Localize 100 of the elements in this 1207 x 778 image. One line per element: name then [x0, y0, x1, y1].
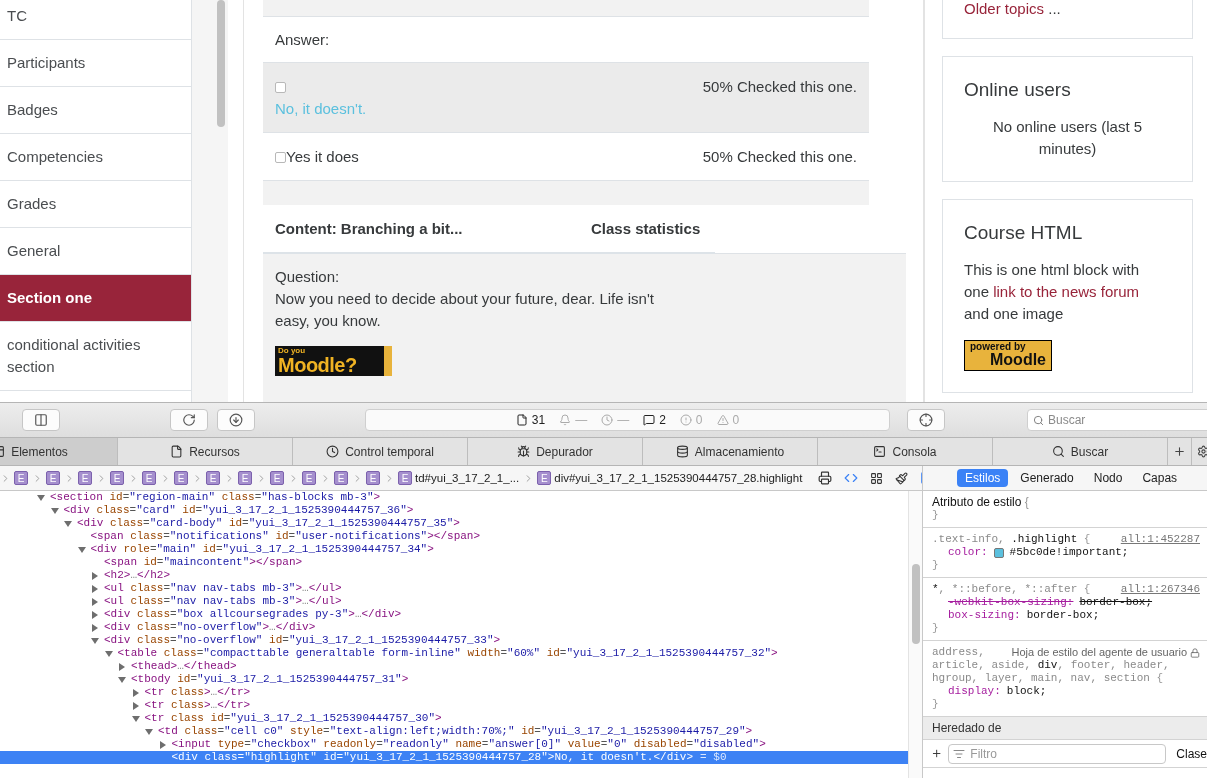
bell-icon: [559, 414, 572, 426]
disclosure-triangle-icon[interactable]: [118, 675, 126, 684]
brush-icon[interactable]: [895, 471, 909, 485]
css-selector: .text-info, .highlight {: [932, 533, 1091, 546]
checkbox[interactable]: [275, 81, 286, 93]
html-code-line: <table class="compacttable generaltable form-inline" width="60%" id="yui_3_17_2_1_1525390444757_32">: [117, 647, 778, 660]
html-code-line: <tr class>…</tr>: [144, 699, 251, 712]
dom-tree-row[interactable]: <div class="card" id="yui_3_17_2_1_1525390444757_36">: [0, 504, 908, 517]
element-badge: E: [537, 471, 552, 485]
disclosure-triangle-icon[interactable]: [131, 688, 140, 697]
scrollbar-thumb[interactable]: [217, 0, 225, 127]
scrollbar-thumb[interactable]: [912, 564, 920, 644]
css-selector: article, aside, div, footer, header,: [932, 659, 1170, 672]
dom-tree-row[interactable]: <div class="no-overflow" id="yui_3_17_2_1_1525390444757_33">: [0, 634, 908, 647]
element-badge: E: [366, 471, 380, 485]
class-toggle-button[interactable]: Clase: [1176, 746, 1207, 761]
search-icon: [1051, 445, 1065, 458]
disclosure-triangle-icon[interactable]: [91, 636, 99, 645]
disclosure-triangle-icon[interactable]: [64, 519, 72, 528]
html-code-line: <tr class>…</tr>: [144, 686, 251, 699]
filter-field[interactable]: Filtro: [948, 743, 1167, 764]
dom-tree-row[interactable]: <section id="region-main" class="has-blocks mb-3">: [0, 491, 908, 504]
disclosure-triangle-icon[interactable]: [145, 727, 153, 736]
news-forum-link[interactable]: link to the news forum: [993, 283, 1140, 300]
dom-tree-row[interactable]: <tr class id="yui_3_17_2_1_1525390444757_30">: [0, 712, 908, 725]
disclosure-triangle-icon[interactable]: [91, 610, 99, 619]
dom-tree-row[interactable]: <ul class="nav nav-tabs mb-3">…</ul>: [0, 582, 908, 595]
sidebar-tab[interactable]: Nodo: [1085, 469, 1131, 487]
dom-tree-row[interactable]: <table class="compacttable generaltable form-inline" width="60%" id="yui_3_17_2_1_1525390444757_32">: [0, 647, 908, 660]
stylesheet-source: Hoja de estilo del agente de usuario: [1011, 646, 1200, 659]
html-code-line: <div class="card" id="yui_3_17_2_1_1525390444757_36">: [63, 504, 414, 517]
disclosure-triangle-icon[interactable]: [158, 740, 167, 749]
search-icon: [1033, 415, 1044, 426]
dom-tree-row[interactable]: <span class="notifications" id="user-notifications"></span>: [0, 530, 908, 543]
html-code-line: <tr class id="yui_3_17_2_1_1525390444757_30">: [144, 712, 442, 725]
dom-tree-row[interactable]: <span id="maincontent"></span>: [0, 556, 908, 569]
closing-brace: }: [932, 509, 939, 521]
disclosure-triangle-icon[interactable]: [91, 584, 99, 593]
disclosure-triangle-icon[interactable]: [91, 571, 99, 580]
breadcrumb-item[interactable]: E td#yui_3_17_2_1_...: [384, 471, 520, 485]
columns-icon: [34, 413, 48, 427]
dom-tree-row[interactable]: <tr class>…</tr>: [0, 699, 908, 712]
reload-button[interactable]: [170, 409, 208, 431]
inspect-button[interactable]: [907, 409, 945, 431]
dom-tree-row[interactable]: <div class="box allcoursegrades py-3">…</div>: [0, 608, 908, 621]
disclosure-triangle-icon[interactable]: [131, 714, 140, 723]
older-topics-link[interactable]: Older topics: [964, 0, 1045, 17]
dom-tree-row[interactable]: <div class="highlight" id="yui_3_17_2_1_1525390444757_28">No, it doesn't.</div> = $0: [0, 751, 908, 764]
element-badge: E: [270, 471, 284, 485]
sidebar-tab[interactable]: Generado: [1012, 469, 1082, 487]
dock-toggle-button[interactable]: [22, 409, 60, 431]
disclosure-triangle-icon[interactable]: [118, 662, 126, 671]
dom-tree-row[interactable]: <tbody id="yui_3_17_2_1_1525390444757_31">: [0, 673, 908, 686]
breadcrumb-item[interactable]: E div#yui_3_17_2_1_1525390444757_28.highlight: [523, 471, 803, 485]
disclosure-triangle-icon[interactable]: [104, 649, 113, 658]
dom-tree-row[interactable]: <thead>…</thead>: [0, 660, 908, 673]
nav-item[interactable]: Section one: [0, 275, 191, 322]
sidebar-tab[interactable]: Capas: [1134, 469, 1186, 487]
inherited-header: Heredado de: [923, 717, 1207, 740]
status-count: —: [617, 413, 630, 427]
color-swatch[interactable]: [993, 547, 1004, 558]
disclosure-triangle-icon[interactable]: [50, 506, 59, 515]
html-code-line: <div role="main" id="yui_3_17_2_1_1525390444757_34">: [90, 543, 434, 556]
dom-tree-row[interactable]: <tr class>…</tr>: [0, 686, 908, 699]
dom-tree-row[interactable]: <div role="main" id="yui_3_17_2_1_1525390444757_34">: [0, 543, 908, 556]
html-code-line: <div class="box allcoursegrades py-3">…</div>: [104, 608, 402, 621]
reload-icon: [182, 413, 196, 427]
source-link[interactable]: all:1:452287: [1120, 533, 1200, 546]
print-icon[interactable]: [818, 471, 833, 485]
disclosure-triangle-icon[interactable]: [77, 545, 86, 554]
html-code-line: <h2>…</h2>: [104, 569, 171, 582]
dom-tree-row[interactable]: <input type="checkbox" readonly="readonly" name="answer[0]" value="0" disabled="disabled">: [0, 738, 908, 751]
html-code-line: <div class="highlight" id="yui_3_17_2_1_1525390444757_28">No, it doesn't.</div>: [171, 751, 694, 764]
search-field[interactable]: Buscar: [1027, 409, 1207, 431]
dom-tree-row[interactable]: <div class="card-body" id="yui_3_17_2_1_1525390444757_35">: [0, 517, 908, 530]
disclosure-triangle-icon[interactable]: [91, 597, 99, 606]
css-selector: *, *::before, *::after {: [932, 583, 1091, 596]
dom-tree-row[interactable]: <td class="cell c0" style="text-align:left;width:70%;" id="yui_3_17_2_1_1525390444757_29">: [0, 725, 908, 738]
devtools-tab[interactable]: Elementos: [0, 438, 118, 465]
disclosure-triangle-icon[interactable]: [37, 493, 45, 502]
element-badge: E: [206, 471, 220, 485]
block-title: Course HTML: [964, 221, 1084, 245]
dom-tree-row[interactable]: <ul class="nav nav-tabs mb-3">…</ul>: [0, 595, 908, 608]
sidebar-tab[interactable]: Estilos: [957, 469, 1009, 487]
plus-icon: [1173, 445, 1186, 458]
older-topics-line: Older topics ...: [964, 0, 1062, 17]
grid-icon[interactable]: [870, 471, 884, 485]
css-property: display:: [948, 685, 1001, 698]
download-button[interactable]: [217, 409, 255, 431]
disclosure-triangle-icon[interactable]: [91, 623, 99, 632]
disclosure-triangle-icon[interactable]: [131, 701, 140, 710]
html-code-line: <section id="region-main" class="has-blocks mb-3">: [50, 491, 381, 504]
column-header: Content: Branching a bit...: [275, 220, 463, 237]
source-link[interactable]: all:1:267346: [1120, 583, 1200, 596]
code-icon[interactable]: [844, 471, 859, 485]
dom-tree-row[interactable]: <h2>…</h2>: [0, 569, 908, 582]
checkbox[interactable]: [275, 151, 286, 163]
dom-tree-row[interactable]: <div class="no-overflow">…</div>: [0, 621, 908, 634]
warning-icon: [716, 414, 729, 426]
html-code-line: <tbody id="yui_3_17_2_1_1525390444757_31">: [131, 673, 409, 686]
